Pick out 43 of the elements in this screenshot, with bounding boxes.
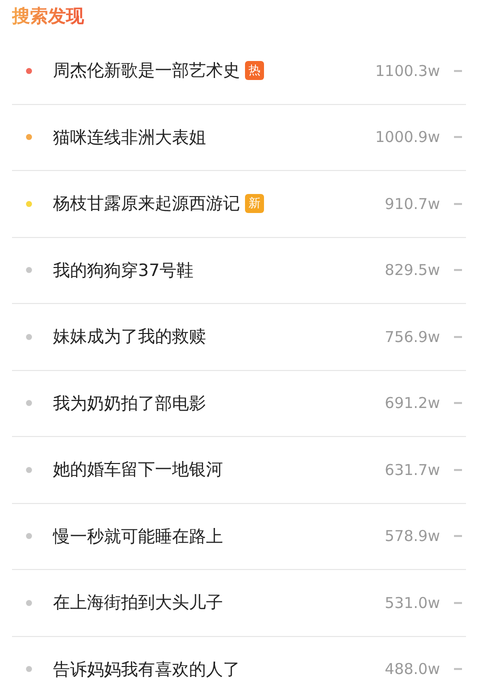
search-item[interactable]: 杨枝甘露原来起源西游记 新 910.7w — [12, 171, 466, 238]
search-item[interactable]: 我的狗狗穿37号鞋 829.5w — [12, 238, 466, 304]
search-item[interactable]: 她的婚车留下一地银河 631.7w — [12, 437, 466, 504]
item-title: 慢一秒就可能睡在路上 — [53, 526, 223, 548]
section-title: 搜索发现 — [12, 6, 84, 28]
search-item[interactable]: 妹妹成为了我的救赎 756.9w — [12, 304, 466, 370]
hot-tag: 热 — [245, 61, 264, 80]
search-item[interactable]: 猫咪连线非洲大表姐 1000.9w — [12, 104, 466, 171]
item-title: 周杰伦新歌是一部艺术史 — [53, 60, 240, 82]
search-count: 756.9w — [384, 328, 440, 346]
search-count: 910.7w — [384, 194, 440, 213]
new-tag: 新 — [245, 194, 264, 214]
item-title: 告诉妈妈我有喜欢的人了 — [53, 658, 240, 681]
search-count: 829.5w — [384, 261, 440, 280]
dash-icon — [454, 269, 462, 272]
dash-icon — [454, 336, 462, 338]
search-count: 531.0w — [384, 594, 440, 612]
item-title: 在上海街拍到大头儿子 — [53, 592, 223, 614]
item-title: 她的婚车留下一地银河 — [53, 459, 223, 482]
search-count: 578.9w — [384, 527, 440, 546]
item-title: 我为奶奶拍了部电影 — [53, 392, 206, 415]
dash-icon — [454, 202, 462, 205]
dash-icon — [454, 136, 462, 138]
dash-icon — [454, 402, 462, 404]
dash-icon — [454, 668, 462, 670]
search-item[interactable]: 我为奶奶拍了部电影 691.2w — [12, 370, 466, 437]
item-title: 猫咪连线非洲大表姐 — [53, 126, 206, 149]
search-item[interactable]: 在上海街拍到大头儿子 531.0w — [12, 570, 466, 636]
search-count: 691.2w — [384, 394, 440, 412]
search-item[interactable]: 慢一秒就可能睡在路上 578.9w — [12, 504, 466, 570]
item-title: 我的狗狗穿37号鞋 — [53, 260, 194, 282]
item-title: 妹妹成为了我的救赎 — [53, 326, 206, 348]
dash-icon — [454, 535, 462, 538]
search-item[interactable]: 告诉妈妈我有喜欢的人了 488.0w — [12, 636, 466, 698]
search-item[interactable]: 周杰伦新歌是一部艺术史 热 1100.3w — [12, 38, 466, 104]
dash-icon — [454, 602, 462, 604]
dash-icon — [454, 468, 462, 471]
search-count: 1100.3w — [375, 62, 440, 80]
search-count: 631.7w — [384, 460, 440, 479]
dash-icon — [454, 70, 462, 72]
search-count: 488.0w — [384, 660, 440, 678]
search-count: 1000.9w — [375, 128, 440, 146]
item-title: 杨枝甘露原来起源西游记 — [53, 193, 240, 216]
